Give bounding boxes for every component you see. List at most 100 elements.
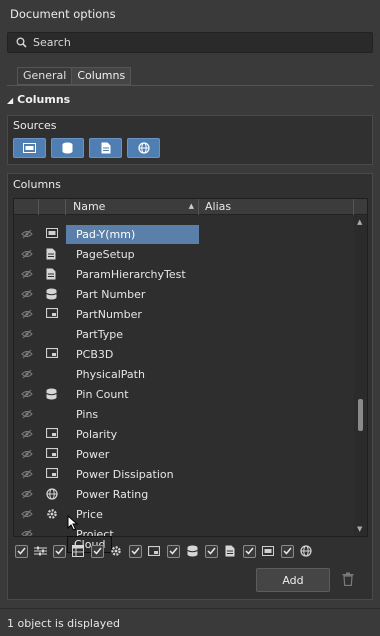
- component-icon: [45, 307, 59, 320]
- filter-checkbox[interactable]: [167, 544, 180, 558]
- table-row[interactable]: Part Number: [14, 284, 354, 304]
- row-name: PartNumber: [76, 308, 142, 321]
- search-box[interactable]: [7, 32, 373, 53]
- table-filter-icon: [71, 544, 85, 558]
- source-document-button[interactable]: [89, 138, 122, 158]
- trash-icon[interactable]: [342, 572, 354, 586]
- document-icon: [223, 544, 237, 558]
- sources-label: Sources: [13, 119, 57, 132]
- filter-checkbox[interactable]: [243, 544, 256, 558]
- database-icon: [185, 544, 199, 558]
- mouse-pointer-icon: [67, 515, 78, 531]
- table-row[interactable]: PCB3D: [14, 344, 354, 364]
- filter-checkbox[interactable]: [91, 544, 104, 558]
- scroll-down-icon[interactable]: ▼: [357, 525, 362, 533]
- visibility-hidden-icon[interactable]: [21, 429, 33, 439]
- document-icon: [46, 268, 58, 280]
- visibility-hidden-icon[interactable]: [21, 289, 33, 299]
- filter-checkbox[interactable]: [205, 544, 218, 558]
- table-row[interactable]: ParamHierarchyTest: [14, 264, 354, 284]
- source-component-parameters-button[interactable]: [13, 138, 46, 158]
- filter-checkbox[interactable]: [15, 544, 28, 558]
- tab-general[interactable]: General: [17, 67, 73, 85]
- table-header: Name ▲ Alias: [14, 199, 367, 215]
- visibility-hidden-icon[interactable]: [21, 449, 33, 459]
- row-name: PhysicalPath: [76, 368, 145, 381]
- database-icon: [46, 288, 58, 300]
- table-row[interactable]: PartNumber: [14, 304, 354, 324]
- table-row[interactable]: Pad-Y(mm): [14, 224, 354, 244]
- component-icon: [45, 427, 59, 440]
- alias-header-label: Alias: [205, 200, 232, 213]
- search-icon: [16, 37, 27, 48]
- component-parameter-icon: [46, 228, 58, 240]
- columns-table: Name ▲ Alias Pad-Y(mm) PageSetup ParamHier…: [13, 198, 368, 553]
- row-name: PCB3D: [76, 348, 114, 361]
- table-row[interactable]: Pins: [14, 404, 354, 424]
- component-icon: [147, 544, 161, 558]
- filter-checkbox[interactable]: [129, 544, 142, 558]
- row-name: Polarity: [76, 428, 118, 441]
- columns-section-header[interactable]: ◢ Columns: [7, 93, 70, 106]
- section-title: Columns: [17, 93, 71, 106]
- vertical-scrollbar[interactable]: ▲ ▼: [354, 216, 367, 536]
- table-row[interactable]: Polarity: [14, 424, 354, 444]
- cloud-globe-icon: [299, 544, 313, 558]
- visibility-hidden-icon[interactable]: [21, 229, 33, 239]
- source-database-button[interactable]: [51, 138, 84, 158]
- visibility-hidden-icon[interactable]: [21, 369, 33, 379]
- table-row[interactable]: PhysicalPath: [14, 364, 354, 384]
- row-name: Pad-Y(mm): [76, 228, 136, 241]
- source-filter-bar: [13, 541, 368, 561]
- row-name: PartType: [76, 328, 123, 341]
- visibility-hidden-icon[interactable]: [21, 409, 33, 419]
- table-row[interactable]: Power: [14, 444, 354, 464]
- alias-column-header[interactable]: Alias: [199, 199, 354, 215]
- source-cloud-button[interactable]: [127, 138, 160, 158]
- row-name: Pin Count: [76, 388, 129, 401]
- sort-ascending-icon: ▲: [188, 202, 194, 210]
- table-row[interactable]: Price: [14, 504, 354, 524]
- collapse-triangle-icon[interactable]: ◢: [7, 96, 13, 105]
- visibility-hidden-icon[interactable]: [21, 269, 33, 279]
- add-button[interactable]: Add: [256, 568, 330, 592]
- general-filter-icon: [33, 544, 47, 558]
- visibility-column-header[interactable]: [14, 199, 39, 215]
- row-name: Project: [76, 528, 114, 536]
- columns-group: Columns Name ▲ Alias Pad-Y(mm) PageSetup P…: [7, 173, 373, 600]
- table-row[interactable]: Project: [14, 524, 354, 536]
- table-row[interactable]: Power Dissipation: [14, 464, 354, 484]
- filter-checkbox[interactable]: [281, 544, 294, 558]
- visibility-hidden-icon[interactable]: [21, 309, 33, 319]
- row-name: Pins: [76, 408, 99, 421]
- document-icon: [101, 142, 110, 154]
- table-row[interactable]: Pin Count: [14, 384, 354, 404]
- cloud-globe-icon: [46, 488, 58, 500]
- visibility-hidden-icon[interactable]: [21, 529, 33, 536]
- search-input[interactable]: [33, 36, 353, 49]
- filter-checkbox[interactable]: [53, 544, 66, 558]
- gear-icon: [46, 508, 58, 520]
- row-name: PageSetup: [76, 248, 135, 261]
- visibility-hidden-icon[interactable]: [21, 489, 33, 499]
- name-column-header[interactable]: Name ▲: [66, 199, 199, 215]
- tab-columns[interactable]: Columns: [72, 67, 132, 85]
- table-row[interactable]: PageSetup: [14, 244, 354, 264]
- scroll-up-icon[interactable]: ▲: [357, 218, 362, 226]
- visibility-hidden-icon[interactable]: [21, 249, 33, 259]
- visibility-hidden-icon[interactable]: [21, 469, 33, 479]
- visibility-hidden-icon[interactable]: [21, 329, 33, 339]
- component-icon: [45, 467, 59, 480]
- visibility-hidden-icon[interactable]: [21, 349, 33, 359]
- name-header-label: Name: [73, 200, 106, 213]
- visibility-hidden-icon[interactable]: [21, 509, 33, 519]
- table-row[interactable]: PartType: [14, 324, 354, 344]
- source-column-header[interactable]: [39, 199, 66, 215]
- row-name: Part Number: [76, 288, 146, 301]
- tab-bar: General Columns: [17, 67, 132, 85]
- tab-divider: [7, 85, 373, 86]
- cloud-globe-icon: [137, 142, 150, 154]
- scrollbar-thumb[interactable]: [358, 399, 363, 431]
- visibility-hidden-icon[interactable]: [21, 389, 33, 399]
- table-row[interactable]: Power Rating: [14, 484, 354, 504]
